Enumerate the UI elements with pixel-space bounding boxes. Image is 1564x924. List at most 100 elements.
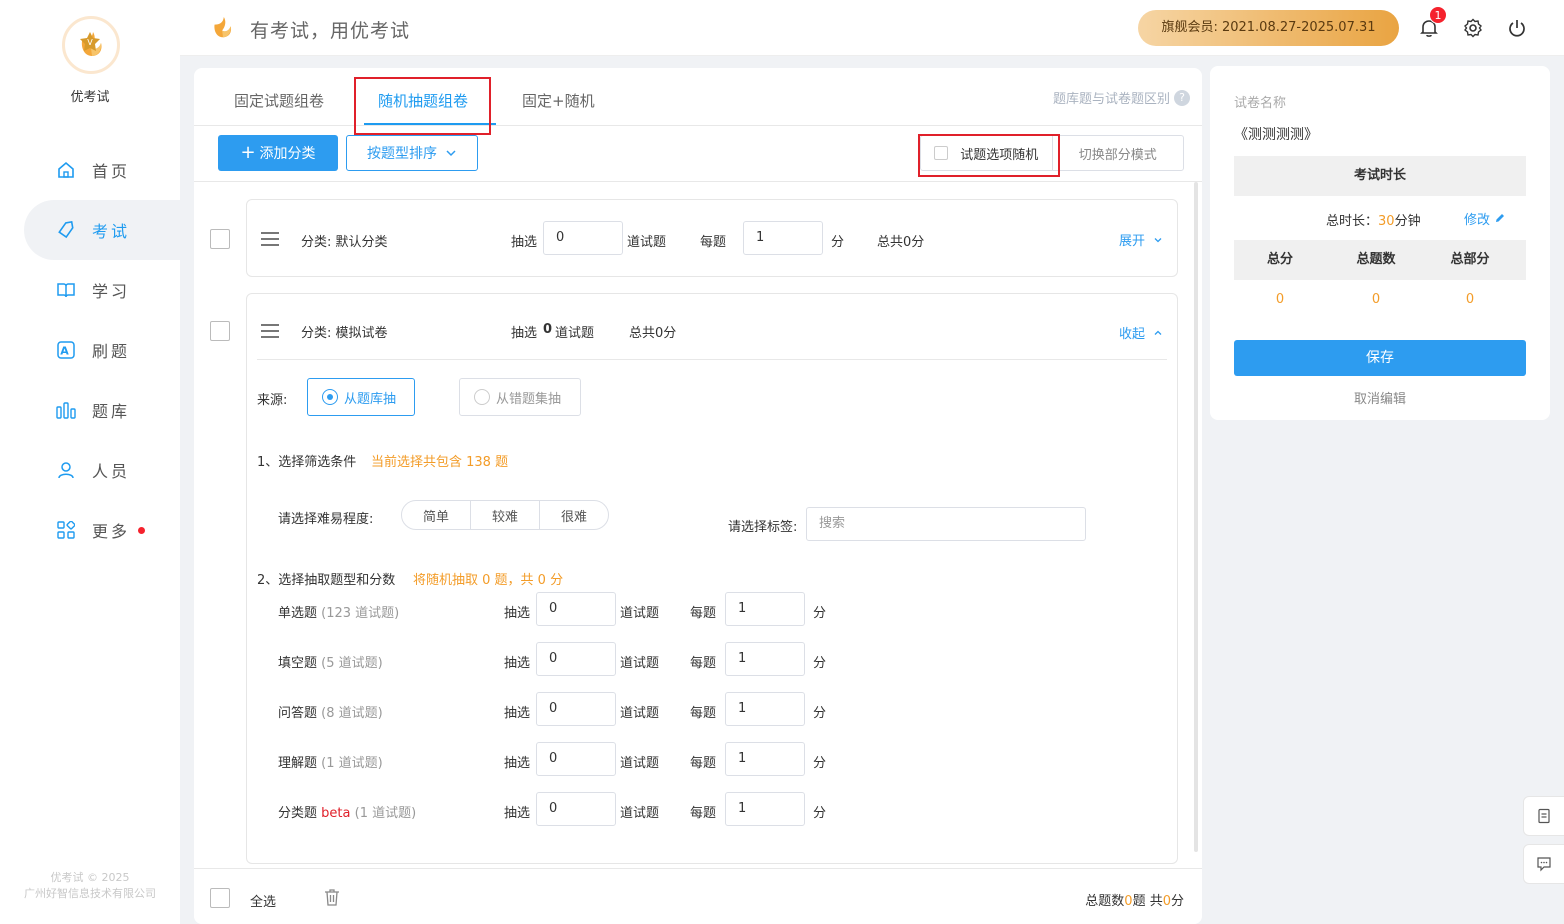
bars-icon — [56, 400, 76, 420]
draw-label: 抽选 — [504, 656, 531, 671]
settings-button[interactable] — [1461, 16, 1485, 40]
per-score-input[interactable]: 1 — [725, 742, 805, 776]
sidebar-item-practice[interactable]: A 刷题 — [0, 320, 180, 380]
summary-prefix: 抽选 — [511, 326, 538, 341]
notification-button[interactable]: 1 — [1417, 6, 1447, 40]
sidebar-item-label: 刷题 — [92, 342, 131, 361]
draw-count-input[interactable]: 0 — [536, 592, 616, 626]
source-label: 来源: — [257, 393, 288, 408]
category-name: 分类: 模拟试卷 — [301, 326, 388, 341]
tag-search-input[interactable]: 搜索 — [806, 507, 1086, 541]
notes-float-button[interactable] — [1523, 796, 1564, 836]
help-link[interactable]: 题库题与试卷题区别 ? — [1053, 88, 1190, 107]
membership-badge[interactable]: 旗舰会员: 2021.08.27-2025.07.31 — [1138, 10, 1399, 46]
per-score-input[interactable]: 1 — [725, 592, 805, 626]
collapse-button[interactable]: 收起 — [1119, 323, 1163, 342]
source-bank-radio[interactable]: 从题库抽 — [307, 378, 415, 416]
slogan: 有考试，用优考试 — [250, 20, 411, 42]
select-all-checkbox[interactable] — [210, 888, 230, 908]
source-wrong-radio[interactable]: 从错题集抽 — [459, 378, 581, 416]
sidebar-item-home[interactable]: 首页 — [0, 140, 180, 200]
add-category-button[interactable]: + 添加分类 — [218, 135, 338, 171]
save-button[interactable]: 保存 — [1234, 340, 1526, 376]
duration-header: 考试时长 — [1234, 156, 1526, 196]
type-name: 分类题 — [278, 806, 318, 821]
letter-a-icon: A — [56, 340, 76, 360]
svg-text:V: V — [87, 38, 93, 47]
total-questions-value: 0 — [1371, 292, 1381, 307]
total-parts-value: 0 — [1465, 292, 1475, 307]
unit-label: 道试题 — [620, 656, 660, 671]
sort-label: 按题型排序 — [367, 146, 437, 162]
draw-count-input[interactable]: 0 — [536, 642, 616, 676]
question-type-name: 问答题 (8 道试题) — [278, 702, 383, 721]
per-score-input[interactable]: 1 — [743, 221, 823, 255]
difficulty-easy[interactable]: 简单 — [402, 501, 470, 529]
highlight-box — [354, 77, 491, 135]
difficulty-label: 请选择难易程度: — [278, 512, 374, 527]
per-score-input[interactable]: 1 — [725, 792, 805, 826]
category-checkbox[interactable] — [210, 321, 230, 341]
divider — [257, 359, 1167, 360]
apps-icon — [56, 520, 76, 540]
edit-duration-button[interactable]: 修改 — [1464, 209, 1506, 228]
drag-handle-icon[interactable] — [261, 232, 279, 246]
per-label: 每题 — [690, 606, 717, 621]
cancel-edit-button[interactable]: 取消编辑 — [1234, 388, 1526, 407]
drag-handle-icon[interactable] — [261, 324, 279, 338]
per-score-input[interactable]: 1 — [725, 692, 805, 726]
summary-count: 0 — [543, 322, 553, 337]
draw-count-input[interactable]: 0 — [536, 792, 616, 826]
draw-label: 抽选 — [504, 606, 531, 621]
main-panel: 固定试题组卷 随机抽题组卷 固定+随机 题库题与试卷题区别 ? + 添加分类 按… — [194, 68, 1202, 924]
draw-count-input[interactable]: 0 — [543, 221, 623, 255]
sidebar-item-exam[interactable]: 考试 — [24, 200, 180, 260]
brand-logo[interactable]: V — [62, 16, 120, 74]
step2-title: 2、选择抽取题型和分数 — [257, 573, 396, 588]
vip-badge-icon: V — [80, 32, 100, 51]
company-name: 广州好智信息技术有限公司 — [24, 887, 156, 900]
step1-note: 当前选择共包含 138 题 — [371, 455, 509, 470]
draw-count-input[interactable]: 0 — [536, 742, 616, 776]
book-icon — [56, 280, 76, 300]
draw-count-input[interactable]: 0 — [536, 692, 616, 726]
sidebar: V 优考试 首页 考试 学习 A 刷题 题库 人员 更多 优考试 © 2025 … — [0, 0, 180, 924]
power-icon — [1509, 20, 1525, 37]
sidebar-item-question-bank[interactable]: 题库 — [0, 380, 180, 440]
copyright-line: 优考试 © 2025 — [50, 871, 130, 884]
scrollbar[interactable] — [1194, 182, 1198, 852]
unit-label: 道试题 — [620, 606, 660, 621]
sidebar-nav: 首页 考试 学习 A 刷题 题库 人员 更多 — [0, 140, 180, 560]
trash-icon[interactable] — [322, 887, 342, 907]
sort-dropdown[interactable]: 按题型排序 — [346, 135, 478, 171]
chat-float-button[interactable] — [1523, 844, 1564, 884]
expand-button[interactable]: 展开 — [1119, 230, 1163, 249]
difficulty-hard[interactable]: 较难 — [470, 501, 539, 529]
category-checkbox[interactable] — [210, 229, 230, 249]
switch-mode-button[interactable]: 切换部分模式 — [1051, 136, 1184, 170]
score-unit: 分 — [813, 706, 827, 721]
paper-summary-panel: 试卷名称 《测测测测》 考试时长 总时长：30分钟 修改 总分 总题数 总部分 … — [1210, 66, 1550, 420]
sidebar-item-users[interactable]: 人员 — [0, 440, 180, 500]
expand-label: 展开 — [1119, 234, 1146, 249]
user-icon — [56, 460, 76, 480]
logout-button[interactable] — [1505, 16, 1529, 40]
sidebar-item-learn[interactable]: 学习 — [0, 260, 180, 320]
tab-fixed[interactable]: 固定试题组卷 — [234, 90, 324, 111]
draw-label: 抽选 — [511, 235, 538, 250]
summary-suffix: 道试题 — [555, 326, 595, 341]
per-score-input[interactable]: 1 — [725, 642, 805, 676]
difficulty-very-hard[interactable]: 很难 — [539, 501, 608, 529]
tab-fixed-random[interactable]: 固定+随机 — [522, 90, 595, 111]
question-type-name: 分类题 beta (1 道试题) — [278, 802, 416, 821]
per-label: 每题 — [690, 806, 717, 821]
category-total: 总共0分 — [629, 326, 677, 341]
question-icon: ? — [1174, 89, 1190, 106]
help-link-label: 题库题与试卷题区别 — [1052, 92, 1170, 107]
unit-label: 道试题 — [620, 806, 660, 821]
type-name: 问答题 — [278, 706, 318, 721]
total-score: 0 — [1162, 894, 1171, 909]
draw-label: 抽选 — [504, 756, 531, 771]
type-count: (1 道试题) — [321, 756, 383, 771]
sidebar-item-more[interactable]: 更多 — [0, 500, 180, 560]
